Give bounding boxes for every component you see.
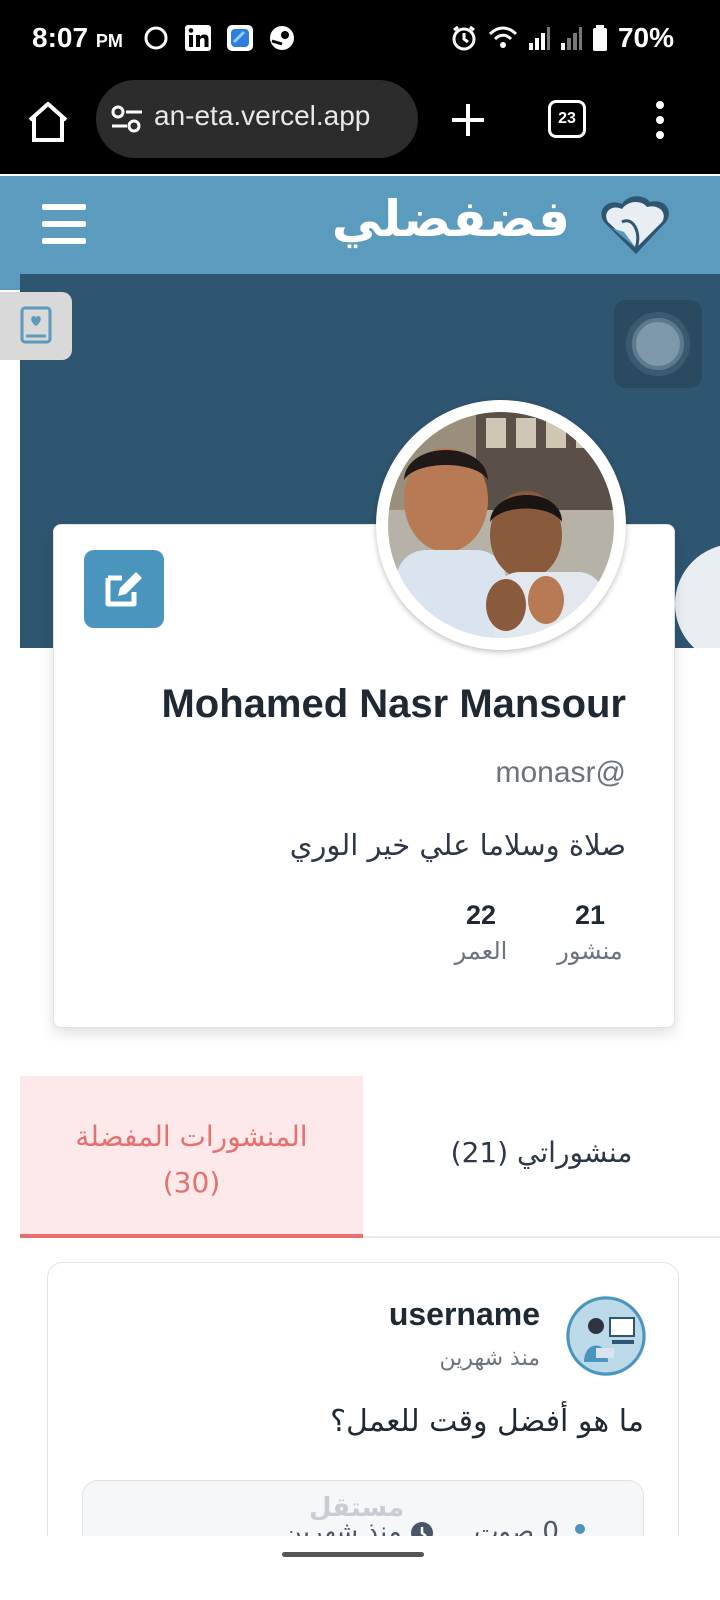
post-body: ما هو أفضل وقت للعمل؟ [330, 1404, 644, 1439]
profile-avatar[interactable] [376, 400, 626, 650]
app-icon [226, 24, 254, 52]
tab-favorite-posts[interactable]: المنشورات المفضلة (30) [20, 1076, 363, 1238]
profile-tabs: المنشورات المفضلة (30) منشوراتي (21) [20, 1076, 720, 1238]
tab-favorite-label: المنشورات المفضلة [75, 1120, 308, 1153]
steam-icon [268, 24, 296, 52]
theme-toggle-knob [626, 312, 690, 376]
post-time: منذ شهرين [439, 1346, 540, 1371]
stat-age-value: 22 [465, 900, 497, 930]
tab-switcher-button[interactable]: 23 [548, 100, 586, 138]
site-settings-icon[interactable] [110, 104, 144, 134]
status-time: 8:07 PM [32, 22, 123, 53]
profile-handle: monasr@ [495, 756, 627, 789]
brand-name: فضفضلي [331, 190, 570, 248]
browser-toolbar: an-eta.vercel.app 23 [0, 80, 720, 174]
home-icon[interactable] [24, 98, 72, 146]
stat-posts: 21 منشور [545, 900, 635, 965]
status-bar: 8:07 PM 70% [0, 0, 720, 80]
brand-logo-icon[interactable] [592, 192, 676, 262]
post-avatar[interactable] [566, 1296, 646, 1376]
post-username[interactable]: username [389, 1296, 540, 1333]
stat-age-label: العمر [454, 937, 508, 965]
stat-age: 22 العمر [436, 900, 526, 965]
signal-icon [528, 27, 550, 50]
edit-profile-button[interactable] [84, 550, 164, 628]
signal-icon [560, 27, 582, 50]
notification-icons [142, 24, 296, 52]
new-tab-icon[interactable] [448, 100, 488, 140]
cover-decoration [675, 544, 720, 648]
linkedin-icon [184, 24, 212, 52]
battery-percent: 70% [617, 22, 674, 53]
wifi-icon [488, 26, 518, 48]
tab-my-posts[interactable]: منشوراتي (21) [363, 1076, 720, 1238]
side-tab-edge [0, 272, 20, 290]
status-right: 70% [450, 22, 674, 54]
url-text: an-eta.vercel.app [154, 100, 371, 131]
stat-posts-label: منشور [557, 937, 623, 965]
system-nav-bar [0, 1536, 720, 1600]
circle-icon [142, 24, 170, 52]
app-header: فضفضلي [0, 176, 720, 274]
address-bar[interactable]: an-eta.vercel.app [96, 80, 418, 158]
more-options-icon[interactable] [650, 98, 670, 142]
alarm-icon [452, 25, 476, 51]
menu-icon[interactable] [42, 204, 86, 244]
edit-icon [105, 572, 142, 607]
diary-button[interactable] [0, 292, 72, 360]
profile-bio: صلاة وسلاما علي خير الوري [289, 828, 626, 862]
tab-favorite-count: (30) [162, 1166, 221, 1199]
diary-icon [20, 306, 52, 344]
gesture-handle[interactable] [282, 1552, 424, 1557]
stat-posts-value: 21 [574, 900, 606, 930]
profile-name: Mohamed Nasr Mansour [161, 682, 626, 726]
battery-icon [592, 25, 607, 51]
theme-toggle[interactable] [614, 300, 702, 388]
